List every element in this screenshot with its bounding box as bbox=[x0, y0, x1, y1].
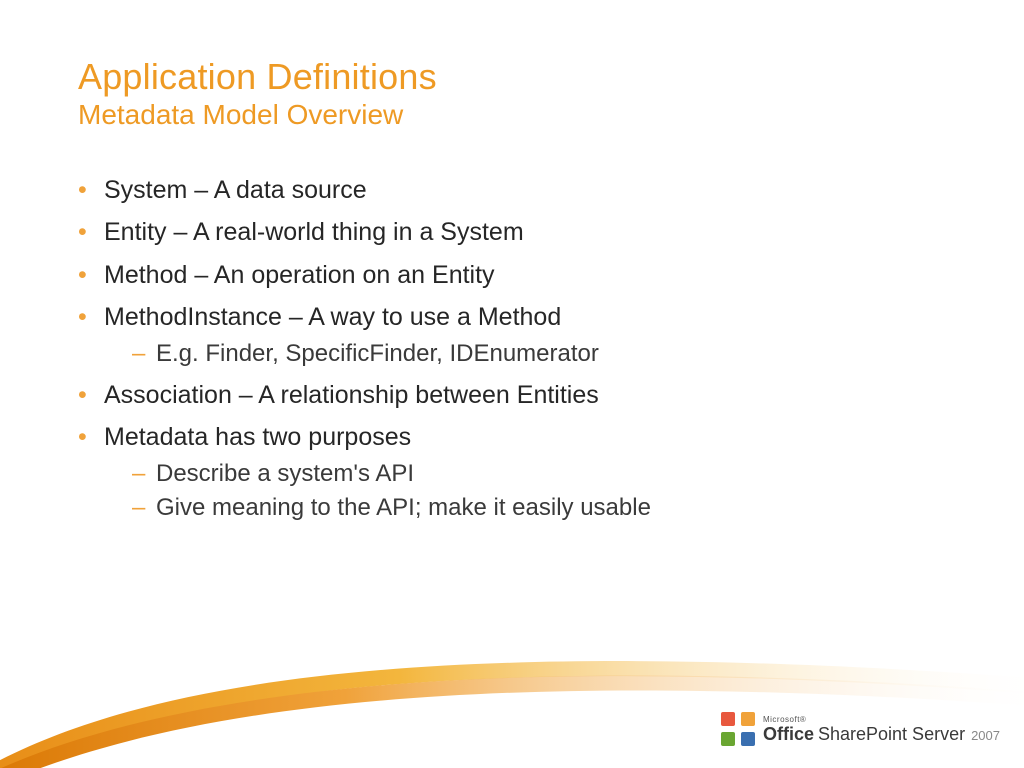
bullet-item: System – A data source bbox=[78, 172, 944, 208]
heading-block: Application Definitions Metadata Model O… bbox=[78, 58, 964, 131]
logo-square-blue bbox=[741, 732, 755, 746]
logo-square-orange bbox=[741, 712, 755, 726]
slide-title: Application Definitions bbox=[78, 58, 964, 96]
sub-bullet-text: E.g. Finder, SpecificFinder, IDEnumerato… bbox=[156, 340, 599, 367]
bullet-list: System – A data source Entity – A real-w… bbox=[78, 172, 944, 524]
sub-bullet-text: Describe a system's API bbox=[156, 460, 414, 487]
brand-company: Microsoft® bbox=[763, 716, 1000, 724]
slide-subtitle: Metadata Model Overview bbox=[78, 98, 964, 132]
sub-bullet-item: Describe a system's API bbox=[104, 457, 944, 491]
bullet-text: Association – A relationship between Ent… bbox=[104, 381, 599, 409]
sub-bullet-text: Give meaning to the API; make it easily … bbox=[156, 494, 651, 521]
sub-bullet-list: Describe a system's API Give meaning to … bbox=[104, 457, 944, 524]
bullet-item: Metadata has two purposes Describe a sys… bbox=[78, 419, 944, 524]
sub-bullet-item: E.g. Finder, SpecificFinder, IDEnumerato… bbox=[104, 337, 944, 371]
brand-year: 2007 bbox=[971, 729, 1000, 742]
brand-product-rest: SharePoint Server bbox=[818, 725, 965, 743]
bullet-text: System – A data source bbox=[104, 176, 367, 204]
bullet-text: MethodInstance – A way to use a Method bbox=[104, 303, 561, 331]
bullet-item: Entity – A real-world thing in a System bbox=[78, 214, 944, 250]
bullet-item: Method – An operation on an Entity bbox=[78, 257, 944, 293]
bullet-item: MethodInstance – A way to use a Method E… bbox=[78, 299, 944, 371]
sub-bullet-item: Give meaning to the API; make it easily … bbox=[104, 491, 944, 525]
brand-main-line: Office SharePoint Server 2007 bbox=[763, 725, 1000, 743]
bullet-text: Metadata has two purposes bbox=[104, 423, 411, 451]
brand-text: Microsoft® Office SharePoint Server 2007 bbox=[763, 716, 1000, 743]
bullet-text: Method – An operation on an Entity bbox=[104, 261, 495, 289]
sub-bullet-list: E.g. Finder, SpecificFinder, IDEnumerato… bbox=[104, 337, 944, 371]
slide: Application Definitions Metadata Model O… bbox=[0, 0, 1024, 768]
content-block: System – A data source Entity – A real-w… bbox=[78, 172, 944, 530]
logo-square-red bbox=[721, 712, 735, 726]
office-logo-icon bbox=[721, 712, 755, 746]
bullet-item: Association – A relationship between Ent… bbox=[78, 377, 944, 413]
bullet-text: Entity – A real-world thing in a System bbox=[104, 218, 524, 246]
logo-square-green bbox=[721, 732, 735, 746]
brand-product-bold: Office bbox=[763, 725, 814, 743]
footer-branding: Microsoft® Office SharePoint Server 2007 bbox=[721, 712, 1000, 746]
